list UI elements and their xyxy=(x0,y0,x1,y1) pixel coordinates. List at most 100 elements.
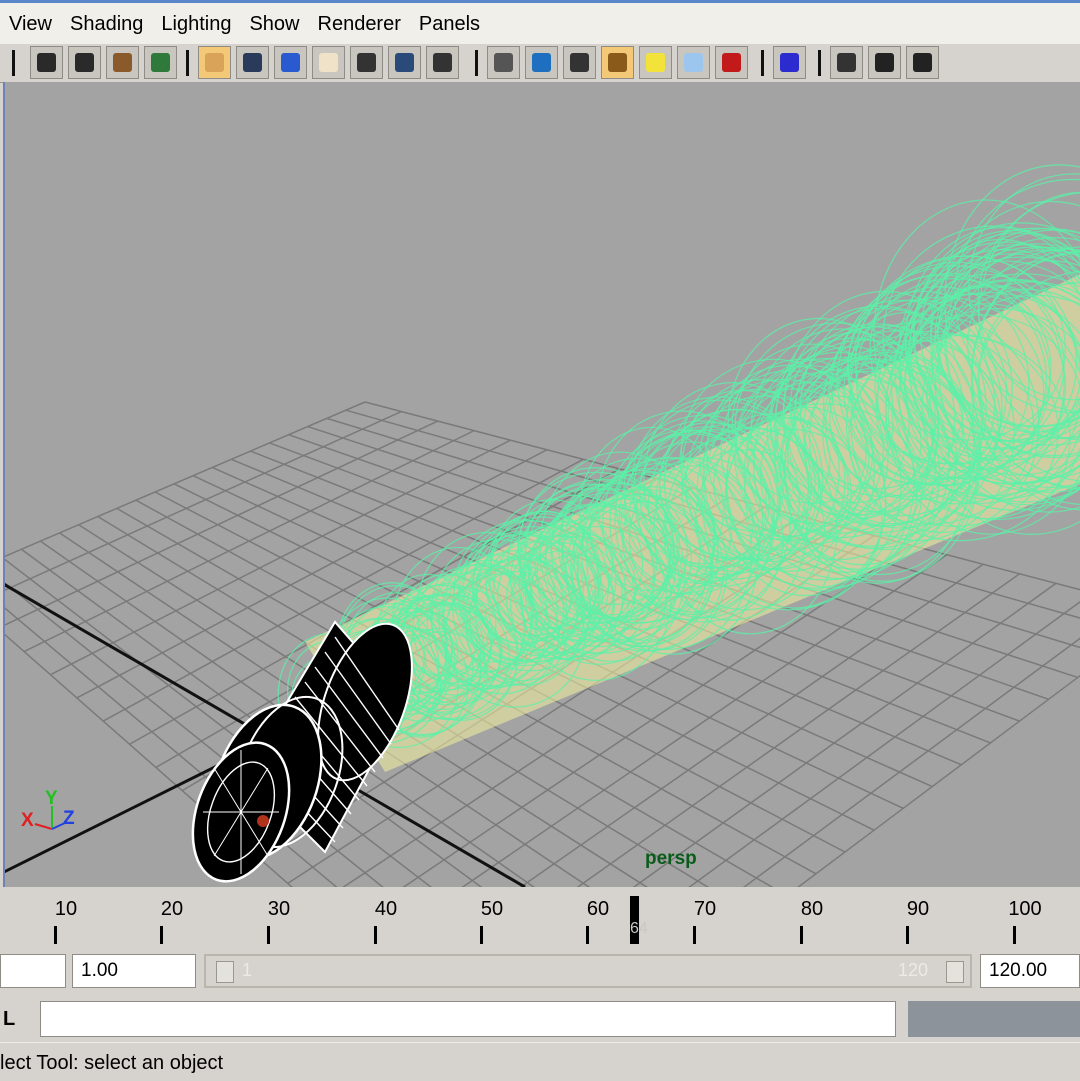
backface-button[interactable] xyxy=(868,46,901,79)
axis-label-x: X xyxy=(21,810,34,831)
bookmark-icon xyxy=(113,53,132,72)
safe-title-button[interactable] xyxy=(388,46,421,79)
smooth-shade-icon xyxy=(532,53,551,72)
playback-start-field[interactable]: 1.00 xyxy=(72,954,196,988)
backface-icon xyxy=(875,53,894,72)
toolbar-separator xyxy=(818,50,821,76)
timeline-tick-label: 60 xyxy=(586,898,610,920)
flat-shade-icon xyxy=(570,53,589,72)
timeline-tick xyxy=(906,926,909,944)
bookmark-button[interactable] xyxy=(106,46,139,79)
camera-label: persp xyxy=(645,848,697,869)
camera-attributes-button[interactable] xyxy=(68,46,101,79)
toolbar-separator xyxy=(475,50,478,76)
timeline-tick xyxy=(586,926,589,944)
xray-icon xyxy=(684,53,703,72)
grid-icon xyxy=(205,53,224,72)
toolbar-separator xyxy=(761,50,764,76)
film-gate-button[interactable] xyxy=(236,46,269,79)
safe-action-icon xyxy=(357,53,376,72)
field-chart-icon xyxy=(319,53,338,72)
image-plane-icon xyxy=(151,53,170,72)
toolbar-separator xyxy=(186,50,189,76)
timeline-tick xyxy=(267,926,270,944)
playback-end-field[interactable]: 120.00 xyxy=(980,954,1080,988)
menu-lighting[interactable]: Lighting xyxy=(152,4,240,44)
current-frame-label: 64 xyxy=(630,920,648,937)
safe-title-icon xyxy=(395,53,414,72)
menu-renderer[interactable]: Renderer xyxy=(309,4,410,44)
isolate-select-button[interactable] xyxy=(773,46,806,79)
lights-icon xyxy=(646,53,665,72)
timeline-tick xyxy=(480,926,483,944)
timeline-tick xyxy=(54,926,57,944)
axis-gizmo: XYZ xyxy=(21,788,75,831)
range-slider-bar: 1.00 1 120 120.00 xyxy=(0,948,1080,996)
menu-view[interactable]: View xyxy=(0,4,61,44)
timeline-tick-label: 40 xyxy=(374,898,398,920)
pan-zoom-button[interactable] xyxy=(426,46,459,79)
axis-label-y: Y xyxy=(45,788,58,809)
isolate-select-icon xyxy=(780,53,799,72)
texture-button[interactable] xyxy=(601,46,634,79)
range-start-handle[interactable] xyxy=(216,961,234,983)
axis-label-z: Z xyxy=(63,808,75,829)
animation-start-field[interactable] xyxy=(0,954,66,988)
range-slider-end-label: 120 xyxy=(898,960,929,980)
pan-zoom-icon xyxy=(433,53,452,72)
menu-panels[interactable]: Panels xyxy=(410,4,489,44)
default-material-icon xyxy=(913,53,932,72)
viewport-scene: XYZ xyxy=(5,164,1080,887)
smooth-shade-selected-icon xyxy=(722,53,741,72)
command-language-toggle[interactable]: L xyxy=(3,1008,15,1031)
texture-icon xyxy=(608,53,627,72)
camera-select-button[interactable] xyxy=(30,46,63,79)
timeline-tick-label: 90 xyxy=(906,898,930,920)
range-slider-start-label: 1 xyxy=(242,960,253,980)
timeline-tick-label: 70 xyxy=(693,898,717,920)
camera-attributes-icon xyxy=(75,53,94,72)
resolution-gate-button[interactable] xyxy=(274,46,307,79)
timeline-tick xyxy=(693,926,696,944)
safe-action-button[interactable] xyxy=(350,46,383,79)
menu-bar: View Shading Lighting Show Renderer Pane… xyxy=(0,0,1080,44)
command-input[interactable] xyxy=(40,1001,896,1037)
command-line: L xyxy=(0,996,1080,1042)
timeline-tick-label: 80 xyxy=(800,898,824,920)
default-material-button[interactable] xyxy=(906,46,939,79)
wireframe-icon xyxy=(494,53,513,72)
timeline-tick xyxy=(374,926,377,944)
flat-shade-button[interactable] xyxy=(563,46,596,79)
timeline-tick-label: 30 xyxy=(267,898,291,920)
timeline-tick-label: 10 xyxy=(54,898,78,920)
timeline-tick xyxy=(1013,926,1016,944)
smooth-shade-button[interactable] xyxy=(525,46,558,79)
wireframe-button[interactable] xyxy=(487,46,520,79)
toolbar-separator xyxy=(12,50,15,76)
image-plane-button[interactable] xyxy=(144,46,177,79)
help-line-text: lect Tool: select an object xyxy=(0,1052,224,1074)
timeline-tick xyxy=(160,926,163,944)
perspective-viewport[interactable]: XYZ persp xyxy=(3,82,1080,887)
command-result-field xyxy=(908,1001,1080,1037)
timeline-tick-label: 100 xyxy=(1008,898,1042,920)
time-slider[interactable]: 10 20 30 40 50 60 70 80 90 100 64 xyxy=(0,890,1080,948)
wireframe-on-shaded-button[interactable] xyxy=(830,46,863,79)
timeline-tick-label: 20 xyxy=(160,898,184,920)
menu-shading[interactable]: Shading xyxy=(61,4,152,44)
xray-button[interactable] xyxy=(677,46,710,79)
smooth-shade-selected-button[interactable] xyxy=(715,46,748,79)
grid-button[interactable] xyxy=(198,46,231,79)
field-chart-button[interactable] xyxy=(312,46,345,79)
wireframe-on-shaded-icon xyxy=(837,53,856,72)
help-line: lect Tool: select an object xyxy=(0,1042,1080,1081)
camera-select-icon xyxy=(37,53,56,72)
range-end-handle[interactable] xyxy=(946,961,964,983)
lights-button[interactable] xyxy=(639,46,672,79)
timeline-tick xyxy=(800,926,803,944)
resolution-gate-icon xyxy=(281,53,300,72)
range-slider[interactable]: 1 120 xyxy=(204,954,972,988)
timeline-tick-label: 50 xyxy=(480,898,504,920)
film-gate-icon xyxy=(243,53,262,72)
menu-show[interactable]: Show xyxy=(240,4,308,44)
